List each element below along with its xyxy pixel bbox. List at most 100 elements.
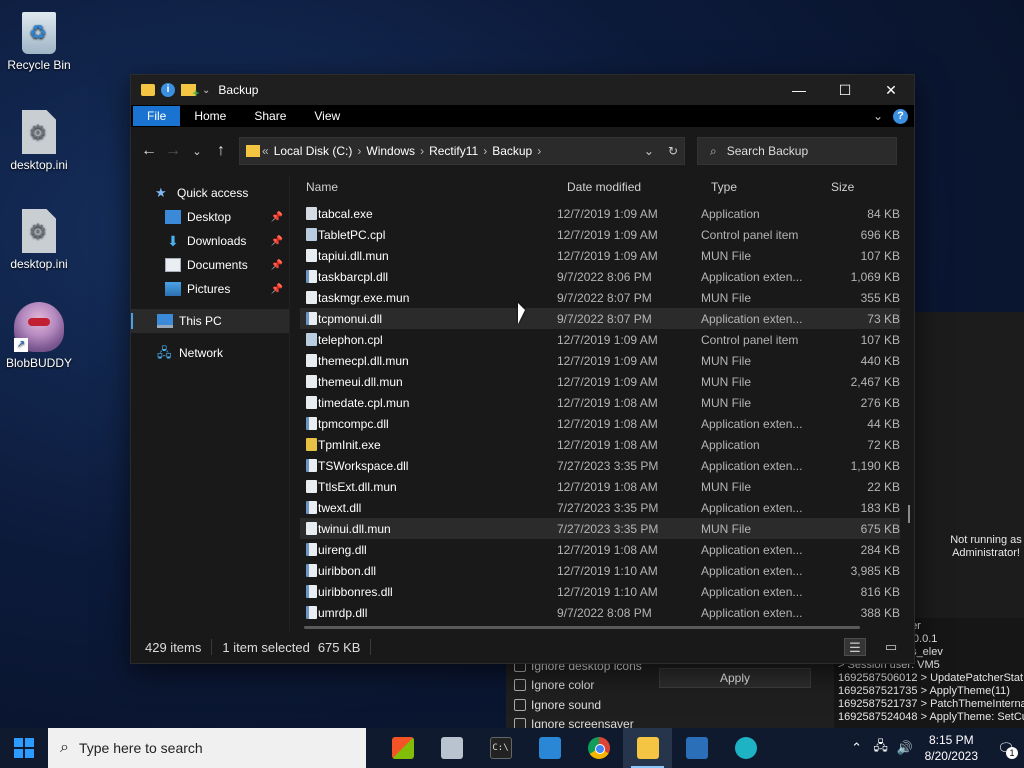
close-button[interactable]: ✕: [868, 75, 914, 105]
vertical-scrollbar[interactable]: [908, 505, 910, 523]
table-row[interactable]: timedate.cpl.mun 12/7/2019 1:08 AM MUN Fil…: [300, 392, 900, 413]
ignore-color-checkbox[interactable]: Ignore color: [514, 676, 642, 696]
search-box[interactable]: ⌕ Search Backup: [697, 137, 897, 165]
sidebar-item-pictures[interactable]: Pictures 📌: [131, 277, 289, 301]
clock-date: 8/20/2023: [924, 749, 978, 763]
table-row[interactable]: uiribbonres.dll 12/7/2019 1:10 AM Applicat…: [300, 581, 900, 602]
breadcrumb-separator-icon[interactable]: ›: [420, 144, 424, 158]
table-row[interactable]: TabletPC.cpl 12/7/2019 1:09 AM Control pan…: [300, 224, 900, 245]
tab-file[interactable]: File: [133, 106, 181, 126]
chevron-up-icon[interactable]: ⌃: [845, 740, 869, 756]
tab-share[interactable]: Share: [240, 106, 300, 126]
checkbox-box[interactable]: [514, 679, 526, 692]
breadcrumb-rectify11[interactable]: Rectify11: [429, 144, 478, 158]
sidebar-item-downloads[interactable]: ⬇ Downloads 📌: [131, 229, 289, 253]
recycle-bin-icon: [22, 12, 56, 54]
sidebar-item-documents[interactable]: Documents 📌: [131, 253, 289, 277]
taskbar-app-command-prompt[interactable]: C:\: [476, 728, 525, 768]
forward-button[interactable]: →: [161, 142, 185, 160]
pin-icon[interactable]: 📌: [271, 260, 283, 271]
network-icon[interactable]: 🖧: [869, 737, 893, 759]
large-icons-view-icon[interactable]: ▭: [880, 638, 902, 656]
table-row[interactable]: telephon.cpl 12/7/2019 1:09 AM Control pan…: [300, 329, 900, 350]
taskbar-app-control-panel[interactable]: [672, 728, 721, 768]
expand-ribbon-icon[interactable]: ⌄: [873, 109, 883, 123]
breadcrumb-local-disk[interactable]: Local Disk (C:): [274, 144, 353, 158]
breadcrumb-backup[interactable]: Backup: [492, 144, 532, 158]
table-row[interactable]: tpmcompc.dll 12/7/2019 1:08 AM Application…: [300, 413, 900, 434]
table-row[interactable]: themeui.dll.mun 12/7/2019 1:09 AM MUN File…: [300, 371, 900, 392]
pin-icon[interactable]: 📌: [271, 284, 283, 295]
column-name[interactable]: Name: [306, 180, 338, 194]
table-row[interactable]: taskmgr.exe.mun 9/7/2022 8:07 PM MUN File 3…: [300, 287, 900, 308]
start-button[interactable]: [0, 728, 48, 768]
checkbox-label: Ignore color: [531, 678, 595, 693]
file-date: 12/7/2019 1:08 AM: [557, 417, 658, 431]
breadcrumb-overflow-icon[interactable]: «: [262, 144, 269, 158]
recent-locations-button[interactable]: ⌄: [185, 145, 209, 158]
taskbar-app-chrome[interactable]: [574, 728, 623, 768]
table-row[interactable]: tabcal.exe 12/7/2019 1:09 AM Application 84…: [300, 203, 900, 224]
taskbar-app-photos[interactable]: [427, 728, 476, 768]
desktop-icon-blobbuddy[interactable]: BlobBUDDY: [4, 302, 74, 370]
chevron-down-icon[interactable]: ⌄: [202, 85, 210, 96]
pin-icon[interactable]: 📌: [271, 236, 283, 247]
table-row[interactable]: uireng.dll 12/7/2019 1:08 AM Application e…: [300, 539, 900, 560]
properties-icon[interactable]: i: [161, 83, 175, 97]
breadcrumb-separator-icon[interactable]: ›: [483, 144, 487, 158]
tab-home[interactable]: Home: [180, 106, 240, 126]
address-bar[interactable]: « Local Disk (C:) › Windows › Rectify11 › B…: [239, 137, 685, 165]
checkbox-box[interactable]: [514, 698, 526, 711]
file-size: 696 KB: [860, 228, 900, 242]
notification-center-button[interactable]: 🗨 1: [988, 740, 1024, 759]
breadcrumb-separator-icon[interactable]: ›: [357, 144, 361, 158]
back-button[interactable]: ←: [137, 142, 161, 160]
taskbar-app-file-explorer[interactable]: [623, 728, 672, 768]
title-bar[interactable]: i ⌄ Backup — ☐ ✕: [131, 75, 914, 105]
table-row[interactable]: uiribbon.dll 12/7/2019 1:10 AM Application…: [300, 560, 900, 581]
apply-button[interactable]: Apply: [659, 668, 811, 688]
table-row[interactable]: TtlsExt.dll.mun 12/7/2019 1:08 AM MUN File…: [300, 476, 900, 497]
sidebar-item-label: Quick access: [177, 186, 249, 200]
maximize-button[interactable]: ☐: [822, 75, 868, 105]
pin-icon[interactable]: 📌: [271, 212, 283, 223]
desktop-icon-desktop-ini[interactable]: desktop.ini: [4, 108, 74, 172]
clock[interactable]: 8:15 PM 8/20/2023: [925, 732, 978, 764]
sidebar-item-desktop[interactable]: Desktop 📌: [131, 205, 289, 229]
address-history-icon[interactable]: ⌄: [644, 144, 654, 158]
refresh-icon[interactable]: ↻: [668, 144, 678, 158]
taskbar-app-rectify[interactable]: [525, 728, 574, 768]
table-row[interactable]: tcpmonui.dll 9/7/2022 8:07 PM Application …: [300, 308, 900, 329]
taskbar-app-store[interactable]: [378, 728, 427, 768]
sidebar-item-this-pc[interactable]: This PC: [131, 309, 289, 333]
log-line: 1692587524048 > ApplyTheme: SetCu: [838, 711, 1024, 723]
desktop-icon-desktop-ini-2[interactable]: desktop.ini: [4, 207, 74, 271]
table-row[interactable]: tapiui.dll.mun 12/7/2019 1:09 AM MUN File 1…: [300, 245, 900, 266]
horizontal-scrollbar[interactable]: [304, 626, 860, 629]
sidebar-item-network[interactable]: 🖧 Network: [131, 341, 289, 365]
details-view-icon[interactable]: ☰: [844, 638, 866, 656]
sidebar-item-quick-access[interactable]: ★ Quick access: [131, 181, 289, 205]
table-row[interactable]: TpmInit.exe 12/7/2019 1:08 AM Application 7…: [300, 434, 900, 455]
new-folder-icon[interactable]: [181, 84, 199, 100]
breadcrumb-windows[interactable]: Windows: [366, 144, 415, 158]
desktop-icon-recycle-bin[interactable]: Recycle Bin: [4, 8, 74, 72]
column-type[interactable]: Type: [711, 180, 737, 194]
table-row[interactable]: twinui.dll.mun 7/27/2023 3:35 PM MUN File 6…: [300, 518, 900, 539]
table-row[interactable]: TSWorkspace.dll 7/27/2023 3:35 PM Applicat…: [300, 455, 900, 476]
taskbar-search-box[interactable]: ⌕ Type here to search: [48, 728, 366, 768]
up-button[interactable]: ↑: [209, 142, 233, 160]
column-date-modified[interactable]: Date modified: [567, 180, 641, 194]
volume-icon[interactable]: 🔊: [893, 740, 917, 756]
ignore-sound-checkbox[interactable]: Ignore sound: [514, 695, 642, 715]
column-size[interactable]: Size: [831, 180, 854, 194]
breadcrumb-separator-icon[interactable]: ›: [537, 144, 541, 158]
taskbar-app-teal-app[interactable]: [721, 728, 770, 768]
table-row[interactable]: twext.dll 7/27/2023 3:35 PM Application ex…: [300, 497, 900, 518]
tab-view[interactable]: View: [300, 106, 354, 126]
minimize-button[interactable]: —: [776, 75, 822, 105]
help-icon[interactable]: ?: [893, 108, 908, 124]
table-row[interactable]: themecpl.dll.mun 12/7/2019 1:09 AM MUN Fil…: [300, 350, 900, 371]
table-row[interactable]: taskbarcpl.dll 9/7/2022 8:06 PM Applicatio…: [300, 266, 900, 287]
table-row[interactable]: umrdp.dll 9/7/2022 8:08 PM Application ext…: [300, 602, 900, 623]
